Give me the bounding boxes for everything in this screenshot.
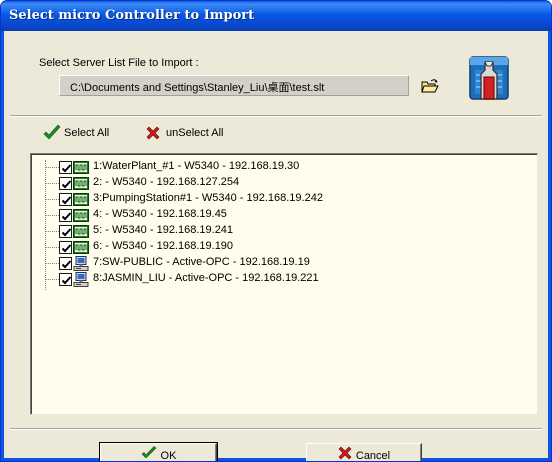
item-checkbox[interactable] bbox=[59, 273, 72, 286]
item-checkbox[interactable] bbox=[59, 225, 72, 238]
item-checkbox[interactable] bbox=[59, 177, 72, 190]
tree-item-label: 6: - W5340 - 192.168.19.190 bbox=[93, 240, 234, 252]
tree-guide-line bbox=[45, 263, 59, 264]
tree-guide-line bbox=[45, 199, 59, 200]
cancel-label: Cancel bbox=[355, 449, 391, 462]
separator bbox=[10, 115, 542, 117]
controller-tree[interactable]: 1:WaterPlant_#1 - W5340 - 192.168.19.30 2… bbox=[30, 153, 538, 415]
server-file-path-field[interactable]: C:\Documents and Settings\Stanley_Liu\桌面… bbox=[59, 75, 409, 96]
cross-icon bbox=[145, 125, 161, 144]
select-all-button[interactable]: Select All bbox=[40, 122, 113, 146]
tree-item[interactable]: 6: - W5340 - 192.168.19.190 bbox=[31, 239, 431, 255]
tree-item-label: 8:JASMIN_LIU - Active-OPC - 192.168.19.2… bbox=[93, 272, 319, 284]
computer-icon bbox=[73, 272, 89, 287]
ok-label: OK bbox=[160, 449, 177, 462]
item-checkbox[interactable] bbox=[59, 257, 72, 270]
checkmark-icon bbox=[43, 124, 61, 145]
tree-item[interactable]: 5: - W5340 - 192.168.19.241 bbox=[31, 223, 431, 239]
controller-icon bbox=[73, 208, 89, 223]
ok-button[interactable]: OK bbox=[99, 442, 218, 462]
tree-item-label: 1:WaterPlant_#1 - W5340 - 192.168.19.30 bbox=[93, 160, 300, 172]
tree-item[interactable]: 3:PumpingStation#1 - W5340 - 192.168.19.… bbox=[31, 191, 431, 207]
tree-guide-line bbox=[45, 167, 59, 168]
server-file-label: Select Server List File to Import : bbox=[39, 57, 199, 69]
cancel-button[interactable]: Cancel bbox=[306, 443, 422, 462]
unselect-all-label: unSelect All bbox=[166, 127, 224, 139]
unselect-all-button[interactable]: unSelect All bbox=[142, 122, 227, 146]
open-folder-icon[interactable] bbox=[420, 78, 440, 96]
tree-item[interactable]: 7:SW-PUBLIC - Active-OPC - 192.168.19.19 bbox=[31, 255, 431, 271]
window-frame bbox=[548, 31, 551, 461]
window-frame bbox=[1, 458, 551, 461]
item-checkbox[interactable] bbox=[59, 209, 72, 222]
tree-guide-line bbox=[45, 279, 59, 280]
tree-item[interactable]: 4: - W5340 - 192.168.19.45 bbox=[31, 207, 431, 223]
separator bbox=[10, 428, 542, 430]
dialog-window: Select micro Controller to Import Select… bbox=[0, 0, 552, 462]
wrench-tool-icon bbox=[462, 53, 516, 103]
tree-item[interactable]: 2: - W5340 - 192.168.127.254 bbox=[31, 175, 431, 191]
tree-guide-line bbox=[45, 247, 59, 248]
controller-icon bbox=[73, 160, 89, 175]
item-checkbox[interactable] bbox=[59, 161, 72, 174]
select-all-label: Select All bbox=[64, 127, 110, 139]
controller-icon bbox=[73, 192, 89, 207]
tree-guide-line bbox=[45, 183, 59, 184]
controller-icon bbox=[73, 240, 89, 255]
tree-guide-line bbox=[45, 215, 59, 216]
tree-item-label: 5: - W5340 - 192.168.19.241 bbox=[93, 224, 234, 236]
tree-guide-line bbox=[45, 231, 59, 232]
controller-icon bbox=[73, 176, 89, 191]
tree-item-label: 3:PumpingStation#1 - W5340 - 192.168.19.… bbox=[93, 192, 323, 204]
tree-item-label: 2: - W5340 - 192.168.127.254 bbox=[93, 176, 240, 188]
tree-item-label: 4: - W5340 - 192.168.19.45 bbox=[93, 208, 227, 220]
tree-item-label: 7:SW-PUBLIC - Active-OPC - 192.168.19.19 bbox=[93, 256, 310, 268]
checkmark-icon bbox=[141, 446, 157, 461]
computer-icon bbox=[73, 256, 89, 271]
dialog-body: Select Server List File to Import : C:\D… bbox=[4, 31, 548, 461]
item-checkbox[interactable] bbox=[59, 241, 72, 254]
tree-item[interactable]: 8:JASMIN_LIU - Active-OPC - 192.168.19.2… bbox=[31, 271, 431, 287]
item-checkbox[interactable] bbox=[59, 193, 72, 206]
cross-icon bbox=[338, 446, 352, 461]
window-title: Select micro Controller to Import bbox=[1, 1, 551, 31]
controller-icon bbox=[73, 224, 89, 239]
tree-item[interactable]: 1:WaterPlant_#1 - W5340 - 192.168.19.30 bbox=[31, 159, 431, 175]
